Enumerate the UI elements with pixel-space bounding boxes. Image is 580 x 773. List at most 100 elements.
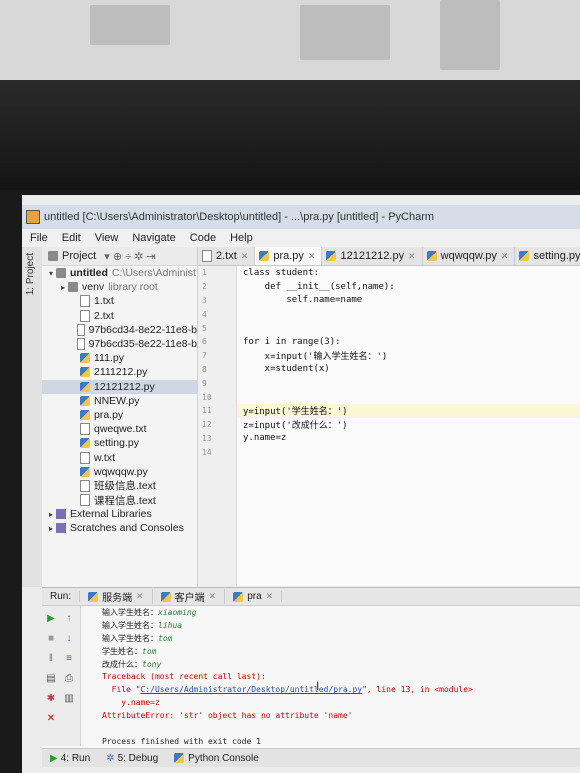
tree-item[interactable]: ▸ Scratches and Consoles — [42, 521, 197, 535]
tree-item[interactable]: 课程信息.text — [42, 493, 197, 507]
menu-help[interactable]: Help — [230, 232, 253, 244]
py-file-icon — [80, 381, 90, 392]
run-tab-label: pra — [247, 591, 262, 602]
project-tree: ▾ untitled C:\Users\Administ ▸ venv library r… — [42, 266, 197, 536]
down-icon[interactable]: ↓ — [64, 634, 74, 644]
tree-item[interactable]: qweqwe.txt — [42, 422, 197, 436]
run-tool-button[interactable]: ▶ 4: Run — [42, 753, 98, 764]
tree-item[interactable]: setting.py — [42, 436, 197, 450]
code-line: y=input('学生姓名：') — [237, 403, 580, 418]
tree-item[interactable]: 1.txt — [42, 294, 197, 308]
close-tab-icon[interactable]: ✕ — [136, 591, 144, 602]
editor-tab[interactable]: wqwqqw.py ✕ — [423, 247, 516, 265]
expand-arrow-icon[interactable]: ▸ — [46, 510, 56, 519]
tree-item[interactable]: pra.py — [42, 408, 197, 422]
tree-item[interactable]: NNEW.py — [42, 394, 197, 408]
print-icon[interactable]: ⎙ — [64, 674, 74, 684]
file-link[interactable]: C:/Users/Administrator/Desktop/untitled/… — [141, 685, 363, 694]
pin-icon[interactable]: ✱ — [46, 694, 56, 704]
up-icon[interactable]: ↑ — [64, 614, 74, 624]
menu-navigate[interactable]: Navigate — [132, 232, 175, 244]
trash-icon[interactable]: ▥ — [64, 694, 74, 704]
lib-file-icon — [56, 523, 66, 534]
python-console-button[interactable]: Python Console — [166, 753, 267, 764]
editor-tab-label: setting.py — [533, 250, 580, 262]
menu-code[interactable]: Code — [190, 232, 216, 244]
tree-item[interactable]: ▸ External Libraries — [42, 507, 197, 521]
tree-item[interactable]: w.txt — [42, 450, 197, 464]
tree-item[interactable]: 2.txt — [42, 309, 197, 323]
expand-arrow-icon[interactable]: ▸ — [46, 524, 56, 533]
txt-file-icon — [80, 295, 90, 308]
console-line: Traceback (most recent call last): — [82, 670, 578, 683]
user-input: lihua — [158, 620, 183, 630]
tree-item-label: 97b6cd34-8e22-11e8-b — [88, 323, 197, 336]
run-tab[interactable]: 服务端 ✕ — [80, 589, 153, 604]
code-line: for i in range(3): — [237, 335, 580, 349]
window-title: untitled [C:\Users\Administrator\Desktop… — [44, 211, 435, 223]
code-text: self.name=name — [243, 295, 363, 306]
close-tab-icon[interactable]: ✕ — [308, 251, 316, 262]
tree-item[interactable]: 12121212.py — [42, 379, 197, 394]
console-text: AttributeError: 'str' object has no attr… — [102, 711, 353, 721]
run-tab[interactable]: 客户端 ✕ — [153, 589, 226, 604]
close-tab-icon[interactable]: ✕ — [209, 591, 217, 602]
stop-icon[interactable]: ■ — [46, 634, 56, 644]
settings-icons[interactable]: ▾ ⊕ ÷ ✲ ⇥ — [104, 250, 155, 263]
close-tab-icon[interactable]: ✕ — [408, 251, 416, 262]
line-number: 13 — [202, 433, 212, 443]
debug-tool-label: 5: Debug — [117, 752, 159, 764]
close-tab-icon[interactable]: ✕ — [241, 251, 249, 262]
tree-item[interactable]: 97b6cd35-8e22-11e8-b — [42, 337, 197, 351]
editor-tab[interactable]: 2.txt ✕ — [198, 247, 256, 265]
editor-tab[interactable]: pra.py ✕ — [255, 247, 323, 265]
tree-item-label: NNEW.py — [94, 394, 140, 407]
expand-arrow-icon[interactable]: ▸ — [58, 283, 68, 292]
run-tab[interactable]: pra ✕ — [225, 591, 283, 602]
tree-item[interactable]: 111.py — [42, 351, 197, 365]
menu-edit[interactable]: Edit — [62, 232, 81, 244]
paper-blob — [300, 5, 390, 60]
project-header[interactable]: Project ▾ ⊕ ÷ ✲ ⇥ — [42, 247, 197, 266]
tree-item[interactable]: 2111212.py — [42, 365, 197, 379]
expand-arrow-icon[interactable]: ▾ — [46, 269, 56, 278]
close-tab-icon[interactable]: ✕ — [501, 251, 509, 262]
console-line: 输入学生姓名： lihua — [82, 619, 578, 632]
code-editor[interactable]: class student: def __init__(self,name): … — [237, 266, 580, 586]
menu-view[interactable]: View — [95, 232, 119, 244]
tree-item[interactable]: 班级信息.text — [42, 479, 197, 493]
menu-file[interactable]: File — [30, 232, 48, 244]
editor-tab[interactable]: setting.py✕ — [515, 247, 580, 265]
console-text: Traceback (most recent call last): — [102, 672, 266, 682]
tree-item-label: wqwqqw.py — [94, 465, 148, 478]
pause-icon[interactable]: ‖ — [46, 654, 56, 664]
left-tool-strip: 1: Project — [22, 247, 43, 587]
line-number: 4 — [202, 309, 207, 319]
editor-tab[interactable]: 12121212.py ✕ — [322, 247, 423, 265]
tree-item[interactable]: ▸ venv library root — [42, 280, 197, 294]
tree-item[interactable]: 97b6cd34-8e22-11e8-b — [42, 323, 197, 337]
tree-item-label: setting.py — [94, 437, 139, 450]
run-tab-label: 客户端 — [174, 593, 205, 604]
close-icon[interactable]: ✕ — [46, 714, 56, 724]
wrap-icon[interactable]: ≡ — [64, 654, 74, 664]
console-text: ", line 13, in <module> — [362, 685, 473, 695]
background-desk — [0, 0, 580, 80]
run-console[interactable]: 输入学生姓名： xiaoming 输入学生姓名： lihua 输入学生姓名： tom 学生姓… — [82, 606, 578, 746]
code-text: z=input('改成什么：') — [243, 421, 348, 432]
code-text: x=input('输入学生姓名：') — [243, 352, 388, 363]
py-file-icon — [80, 438, 90, 449]
tree-item[interactable]: wqwqqw.py — [42, 465, 197, 479]
layout-icon[interactable]: ▤ — [46, 674, 56, 684]
debug-tool-button[interactable]: ✲ 5: Debug — [98, 753, 166, 764]
close-tab-icon[interactable]: ✕ — [266, 591, 274, 602]
project-tool-button[interactable]: 1: Project — [25, 253, 36, 295]
txt-file-icon — [80, 423, 90, 436]
tree-item[interactable]: ▾ untitled C:\Users\Administ — [42, 266, 197, 280]
py-file-icon — [80, 466, 90, 477]
console-line: 输入学生姓名： xiaoming — [82, 606, 578, 619]
tree-item-label: w.txt — [94, 451, 116, 464]
rerun-icon[interactable]: ▶ — [46, 614, 56, 624]
